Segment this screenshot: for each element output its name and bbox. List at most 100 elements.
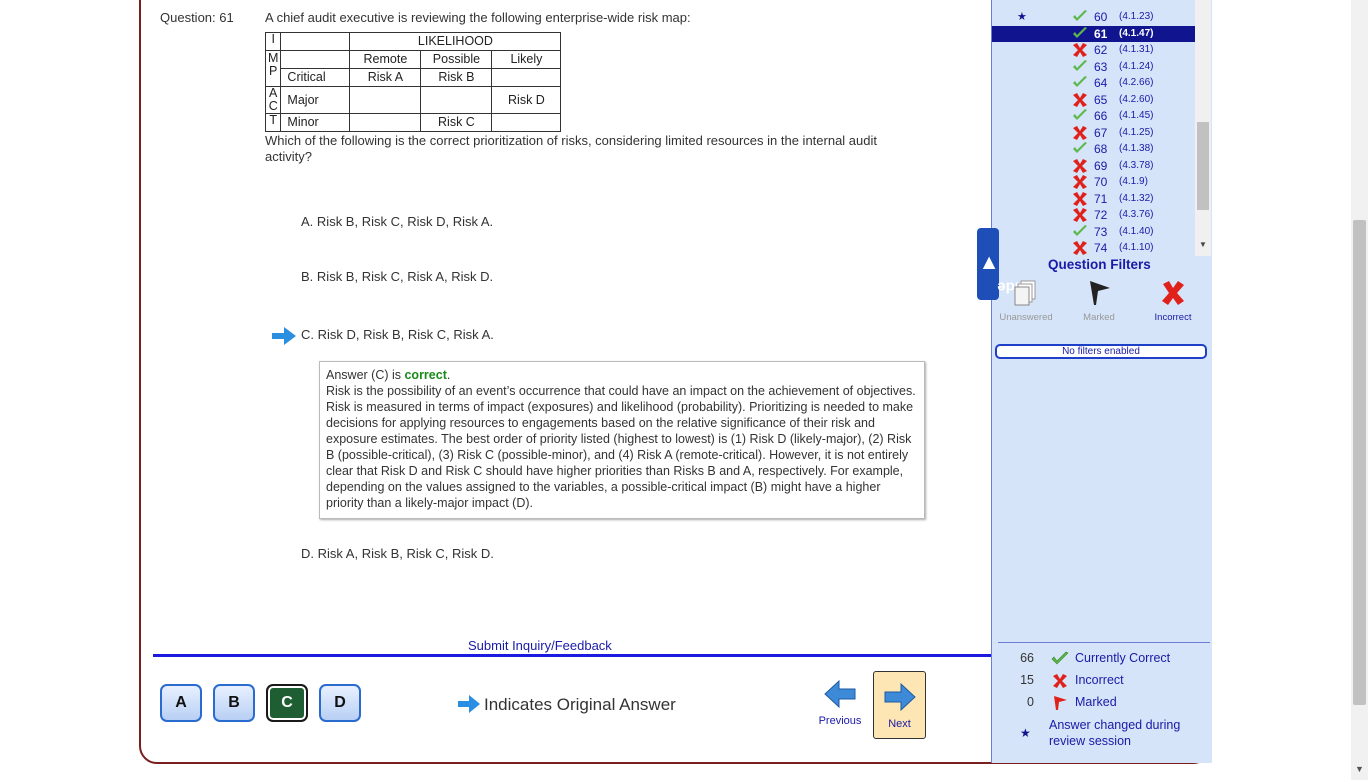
choice-c[interactable]: C. Risk D, Risk B, Risk C, Risk A. <box>301 327 494 342</box>
question-list-item[interactable]: 66 (4.1.45) <box>992 108 1195 124</box>
map-cell <box>349 113 422 132</box>
choice-d[interactable]: D. Risk A, Risk B, Risk C, Risk D. <box>301 546 494 561</box>
red-x-icon <box>1073 93 1087 107</box>
question-list-item[interactable]: 65 (4.2.60) <box>992 92 1195 108</box>
map-cell <box>491 113 562 132</box>
marked-label: Marked <box>1075 695 1117 709</box>
map-cell: Risk B <box>420 68 493 87</box>
question-number: 71 <box>1094 192 1108 206</box>
question-number: 72 <box>1094 208 1108 222</box>
question-list-item[interactable]: 70 (4.1.9) <box>992 174 1195 190</box>
arrow-right-icon <box>884 682 916 712</box>
explanation-suffix: . <box>446 368 451 382</box>
row-label: Major <box>280 86 351 114</box>
question-list-item[interactable]: 62 (4.1.31) <box>992 42 1195 58</box>
question-number: Question: 61 <box>160 10 234 25</box>
question-reference: (4.1.40) <box>1119 226 1154 237</box>
star-icon: ★ <box>1017 11 1027 23</box>
check-icon <box>1051 651 1069 665</box>
answer-button-b[interactable]: B <box>213 684 255 722</box>
explanation-prefix: Answer (C) is <box>326 368 405 382</box>
question-number: 64 <box>1094 76 1108 90</box>
answer-button-c[interactable]: C <box>266 684 308 722</box>
question-list-item[interactable]: 69 (4.3.78) <box>992 158 1195 174</box>
question-list-item[interactable]: 67 (4.1.25) <box>992 125 1195 141</box>
scroll-down-arrow-icon[interactable]: ▼ <box>1355 764 1364 774</box>
check-icon <box>1073 109 1087 120</box>
incorrect-label: Incorrect <box>1075 673 1124 687</box>
question-reference: (4.1.31) <box>1119 44 1154 55</box>
question-list-item[interactable]: 72 (4.3.76) <box>992 207 1195 223</box>
question-list-item[interactable]: 63 (4.1.24) <box>992 59 1195 75</box>
question-number: 63 <box>1094 60 1108 74</box>
question-list-item[interactable]: 74 (4.1.10) <box>992 240 1195 256</box>
red-x-icon <box>1073 192 1087 206</box>
map-cell: Risk A <box>349 68 422 87</box>
map-cell <box>420 86 493 114</box>
legend-text: Indicates Original Answer <box>484 695 676 714</box>
page-scrollbar-thumb[interactable] <box>1353 220 1366 705</box>
star-legend: Answer changed during review session <box>1049 718 1181 748</box>
impact-letter: I <box>264 32 282 51</box>
filter-label: Marked <box>1083 312 1115 323</box>
impact-letter: P <box>269 64 278 78</box>
question-list-item[interactable]: 73 (4.1.40) <box>992 224 1195 240</box>
answer-button-d[interactable]: D <box>319 684 361 722</box>
choice-b[interactable]: B. Risk B, Risk C, Risk A, Risk D. <box>301 269 493 284</box>
next-button[interactable]: Next <box>873 671 926 739</box>
question-list-item[interactable]: 71 (4.1.32) <box>992 191 1195 207</box>
filters-title: Question Filters <box>1048 257 1151 272</box>
question-number: 66 <box>1094 109 1108 123</box>
map-cell: Risk C <box>420 113 493 132</box>
choice-letter: B. <box>301 269 314 284</box>
correct-count: 66 <box>1020 651 1034 665</box>
question-stem: A chief audit executive is reviewing the… <box>265 10 691 25</box>
answer-button-a[interactable]: A <box>160 684 202 722</box>
col-header: Likely <box>491 50 562 69</box>
flag-icon <box>1090 281 1110 305</box>
question-list-item[interactable]: 61 (4.1.47) <box>992 26 1195 42</box>
red-x-icon <box>1162 281 1184 305</box>
original-answer-arrow-icon <box>272 327 296 345</box>
arrow-left-icon <box>824 679 856 709</box>
impact-letters-mp: MP <box>264 50 282 87</box>
question-list-item[interactable]: 68 (4.1.38) <box>992 141 1195 157</box>
answer-explanation: Answer (C) is correct. Risk is the possi… <box>319 361 925 519</box>
impact-letter: C <box>268 99 278 113</box>
choice-text: Risk B, Risk C, Risk D, Risk A. <box>316 214 494 229</box>
filter-unanswered[interactable]: Unanswered <box>996 278 1056 323</box>
red-flag-icon <box>1054 696 1067 710</box>
red-x-icon <box>1073 208 1087 222</box>
filter-marked[interactable]: Marked <box>1069 278 1129 323</box>
empty-cell <box>280 32 351 51</box>
choice-a[interactable]: A. Risk B, Risk C, Risk D, Risk A. <box>301 214 493 229</box>
row-label: Minor <box>280 113 351 132</box>
explanation-verdict: correct <box>404 368 447 382</box>
marked-count: 0 <box>1027 695 1034 709</box>
no-filters-indicator: No filters enabled <box>995 344 1207 359</box>
check-icon <box>1073 10 1087 21</box>
filter-incorrect[interactable]: Incorrect <box>1143 278 1203 323</box>
check-icon <box>1073 27 1087 38</box>
next-label: Next <box>888 718 911 730</box>
question-reference: (4.1.10) <box>1119 242 1154 253</box>
question-prompt: Which of the following is the correct pr… <box>265 133 877 164</box>
question-list-item[interactable]: 64 (4.2.66) <box>992 75 1195 91</box>
previous-button[interactable]: Previous <box>815 678 865 736</box>
question-reference: (4.1.47) <box>1119 28 1154 39</box>
question-number: 73 <box>1094 225 1108 239</box>
correct-label: Currently Correct <box>1075 651 1171 665</box>
submit-inquiry-link[interactable]: Submit Inquiry/Feedback <box>468 638 612 653</box>
question-list-item[interactable]: ★ 60 (4.1.23) <box>992 9 1195 25</box>
question-reference: (4.1.38) <box>1119 143 1154 154</box>
scrollbar-thumb[interactable] <box>1197 122 1209 210</box>
impact-letter: T <box>264 113 282 132</box>
question-number: 62 <box>1094 43 1108 57</box>
scroll-down-arrow-icon[interactable]: ▼ <box>1199 240 1207 249</box>
question-reference: (4.1.24) <box>1119 61 1154 72</box>
hide-label: ▶ Hide <box>979 228 1030 298</box>
choice-letter: A. <box>301 214 314 229</box>
choice-letter: C. <box>301 327 314 342</box>
divider <box>153 654 992 657</box>
red-x-icon <box>1073 175 1087 189</box>
